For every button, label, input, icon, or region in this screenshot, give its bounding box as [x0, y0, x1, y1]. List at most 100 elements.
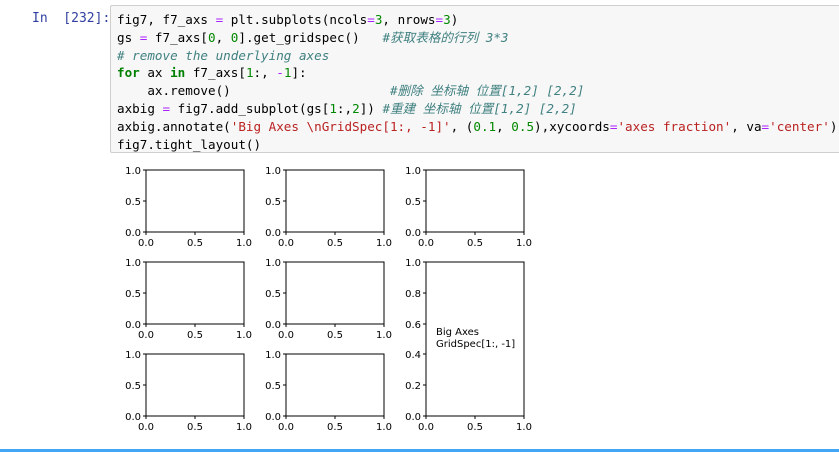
code-text[interactable]: fig7, f7_axs = plt.subplots(ncols=3, nro… [117, 11, 837, 153]
x-tick-label: 1.0 [376, 330, 392, 341]
axes-frame [145, 261, 245, 325]
code-token: 1 [329, 100, 337, 116]
code-line[interactable]: axbig = fig7.add_subplot(gs[1:,2]) #重建 坐… [117, 101, 577, 116]
code-token: 0.1 [473, 118, 497, 134]
x-tick-label: 0.0 [418, 422, 434, 433]
code-token: ax [139, 65, 171, 81]
code-token: = [435, 12, 444, 27]
code-token: ]: [291, 65, 307, 81]
axes-frame [285, 169, 385, 233]
code-token: fig7.tight_layout() [117, 136, 262, 152]
code-token: fig7, f7_axs [117, 12, 216, 27]
axes-frame [425, 169, 525, 233]
code-token: #获取表格的行列 3*3 [382, 29, 509, 45]
x-tick-label: 1.0 [236, 422, 252, 433]
code-token: ax.remove() [117, 83, 390, 99]
code-token: , [496, 118, 512, 134]
x-tick-label: 1.0 [516, 422, 532, 433]
input-prompt: In [232]: [32, 11, 111, 26]
code-token: 1 [245, 65, 254, 81]
code-token: f7_axs[ [147, 29, 209, 45]
subplot: 1.0 0.5 0.0 0.0 0.5 1.0 [125, 166, 252, 249]
code-line[interactable]: fig7, f7_axs = plt.subplots(ncols=3, nro… [117, 12, 458, 27]
code-token: ].get_gridspec() [238, 29, 383, 45]
code-token: ),xycoords [534, 118, 610, 134]
x-tick-label: 0.0 [418, 238, 434, 249]
subplot: 1.0 0.5 0.0 0.0 0.5 1.0 [125, 258, 252, 341]
y-tick-label: 0.5 [125, 197, 141, 208]
x-tick-label: 1.0 [236, 238, 252, 249]
code-line[interactable]: axbig.annotate('Big Axes \nGridSpec[1:, … [117, 119, 837, 134]
code-token: f7_axs[ [185, 65, 246, 81]
x-tick-label: 1.0 [376, 422, 392, 433]
y-tick-label: 1.0 [125, 166, 141, 177]
code-line[interactable]: # remove the underlying axes [117, 48, 329, 63]
annotation-line-2: GridSpec[1:, -1] [436, 339, 515, 350]
code-token: 'axes fraction' [617, 118, 732, 134]
y-tick-label: 0.5 [265, 289, 281, 300]
x-tick-label: 0.0 [138, 422, 154, 433]
code-token: :, [253, 65, 277, 81]
x-tick-label: 0.0 [278, 238, 294, 249]
x-tick-label: 1.0 [236, 330, 252, 341]
y-tick-label: 0.5 [125, 289, 141, 300]
y-tick-label: 1.0 [125, 350, 141, 361]
code-token: - [276, 65, 284, 81]
code-token: 2 [352, 100, 360, 116]
axes-frame [285, 353, 385, 417]
notebook-cell[interactable]: In [232]: fig7, f7_axs = plt.subplots(nc… [0, 0, 839, 452]
code-editor[interactable]: fig7, f7_axs = plt.subplots(ncols=3, nro… [110, 5, 839, 153]
subplot: 1.0 0.5 0.0 0.0 0.5 1.0 [125, 350, 252, 433]
code-token: plt.subplots(ncols [223, 12, 368, 27]
code-token: = [162, 100, 171, 116]
code-token: in [170, 65, 186, 81]
code-token: ) [450, 12, 459, 27]
x-tick-label: 0.5 [187, 330, 203, 341]
y-tick-label: 1.0 [265, 350, 281, 361]
big-subplot: 1.0 0.8 0.6 0.4 0.2 0.0 0.0 0.5 1.0 Big … [405, 258, 532, 433]
code-token: 'center' [769, 118, 830, 134]
code-line[interactable]: fig7.tight_layout() [117, 137, 261, 152]
code-token: 0 [208, 29, 216, 45]
code-token: 0.5 [511, 118, 535, 134]
code-token: # remove the underlying axes [117, 47, 330, 63]
y-tick-label: 1.0 [265, 258, 281, 269]
code-token: = [761, 118, 770, 134]
annotation-line-1: Big Axes [436, 327, 479, 338]
code-token: 'Big Axes \nGridSpec[1:, -1]' [230, 118, 451, 134]
code-line[interactable]: ax.remove() #删除 坐标轴 位置[1,2] [2,2] [117, 83, 584, 98]
code-token: , nrows [382, 12, 436, 27]
code-token: gs [117, 29, 140, 45]
y-tick-label: 0.8 [405, 289, 421, 300]
code-token: , [215, 29, 231, 45]
code-token: #重建 坐标轴 位置[1,2] [2,2] [382, 100, 577, 116]
subplot: 1.0 0.5 0.0 0.0 0.5 1.0 [265, 166, 392, 249]
code-token: ]) [359, 100, 383, 116]
code-token: fig7.add_subplot(gs[ [170, 100, 330, 116]
code-token: , ( [450, 118, 474, 134]
x-tick-label: 0.5 [327, 330, 343, 341]
code-line[interactable]: for ax in f7_axs[1:, -1]: [117, 65, 307, 80]
y-tick-label: 1.0 [405, 166, 421, 177]
x-tick-label: 0.0 [138, 238, 154, 249]
axes-frame [145, 169, 245, 233]
axes-frame [285, 261, 385, 325]
output-figure: 1.0 0.5 0.0 0.0 0.5 1.0 1.0 0.5 0.0 0.0 … [125, 166, 532, 433]
code-line[interactable]: gs = f7_axs[0, 0].get_gridspec() #获取表格的行… [117, 30, 509, 45]
x-tick-label: 0.0 [138, 330, 154, 341]
x-tick-label: 0.5 [467, 422, 483, 433]
y-tick-label: 0.5 [125, 381, 141, 392]
y-tick-label: 0.5 [265, 197, 281, 208]
code-token: 3 [443, 12, 451, 27]
x-tick-label: 1.0 [376, 238, 392, 249]
y-tick-label: 0.2 [405, 381, 421, 392]
code-token: , va [731, 118, 762, 134]
x-tick-label: 0.5 [327, 238, 343, 249]
code-token: axbig [117, 100, 163, 116]
subplot: 1.0 0.5 0.0 0.0 0.5 1.0 [265, 350, 392, 433]
x-tick-label: 1.0 [516, 238, 532, 249]
subplot: 1.0 0.5 0.0 0.0 0.5 1.0 [405, 166, 532, 249]
x-tick-label: 0.0 [278, 422, 294, 433]
y-tick-label: 0.5 [265, 381, 281, 392]
axes-frame [145, 353, 245, 417]
